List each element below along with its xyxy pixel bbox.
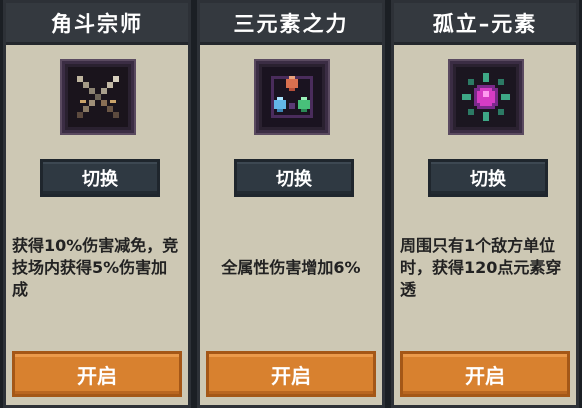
switch-button[interactable]: 切换	[40, 159, 160, 197]
open-button[interactable]: 开启	[206, 351, 376, 397]
three-element-crystals-icon	[256, 61, 328, 133]
open-button[interactable]: 开启	[12, 351, 182, 397]
open-button[interactable]: 开启	[400, 351, 570, 397]
crossed-swords-icon	[62, 61, 134, 133]
description-text: 周围只有1个敌方单位时，获得120点元素穿透	[400, 236, 562, 299]
isolated-element-orb-icon	[450, 61, 522, 133]
switch-button[interactable]: 切换	[428, 159, 548, 197]
talent-card-three-elements: 三元素之力 切换 全属性伤害增加6% 开启	[197, 0, 385, 408]
card-title: 角斗宗师	[6, 3, 188, 45]
talent-card-isolated-element: 孤立–元素 切换 周围只有1个敌方单位时，获得120点元素穿透 开启	[391, 0, 579, 408]
card-title: 三元素之力	[200, 3, 382, 45]
description-text: 获得10%伤害减免，竞技场内获得5%伤害加成	[12, 236, 179, 299]
switch-button[interactable]: 切换	[234, 159, 354, 197]
talent-description: 获得10%伤害减免，竞技场内获得5%伤害加成	[12, 213, 182, 323]
talent-description: 周围只有1个敌方单位时，获得120点元素穿透	[400, 213, 570, 323]
description-text: 全属性伤害增加6%	[221, 258, 361, 277]
talent-card-gladiator: 角斗宗师 切换 获得10%伤害减免，竞技场内获得5%伤害加成 开启	[3, 0, 191, 408]
talent-selection-panel: 角斗宗师 切换 获得10%伤害减免，竞技场内获得5%伤害加成 开启 三元素之力 …	[0, 0, 582, 408]
talent-description: 全属性伤害增加6%	[206, 213, 376, 323]
card-title: 孤立–元素	[394, 3, 576, 45]
